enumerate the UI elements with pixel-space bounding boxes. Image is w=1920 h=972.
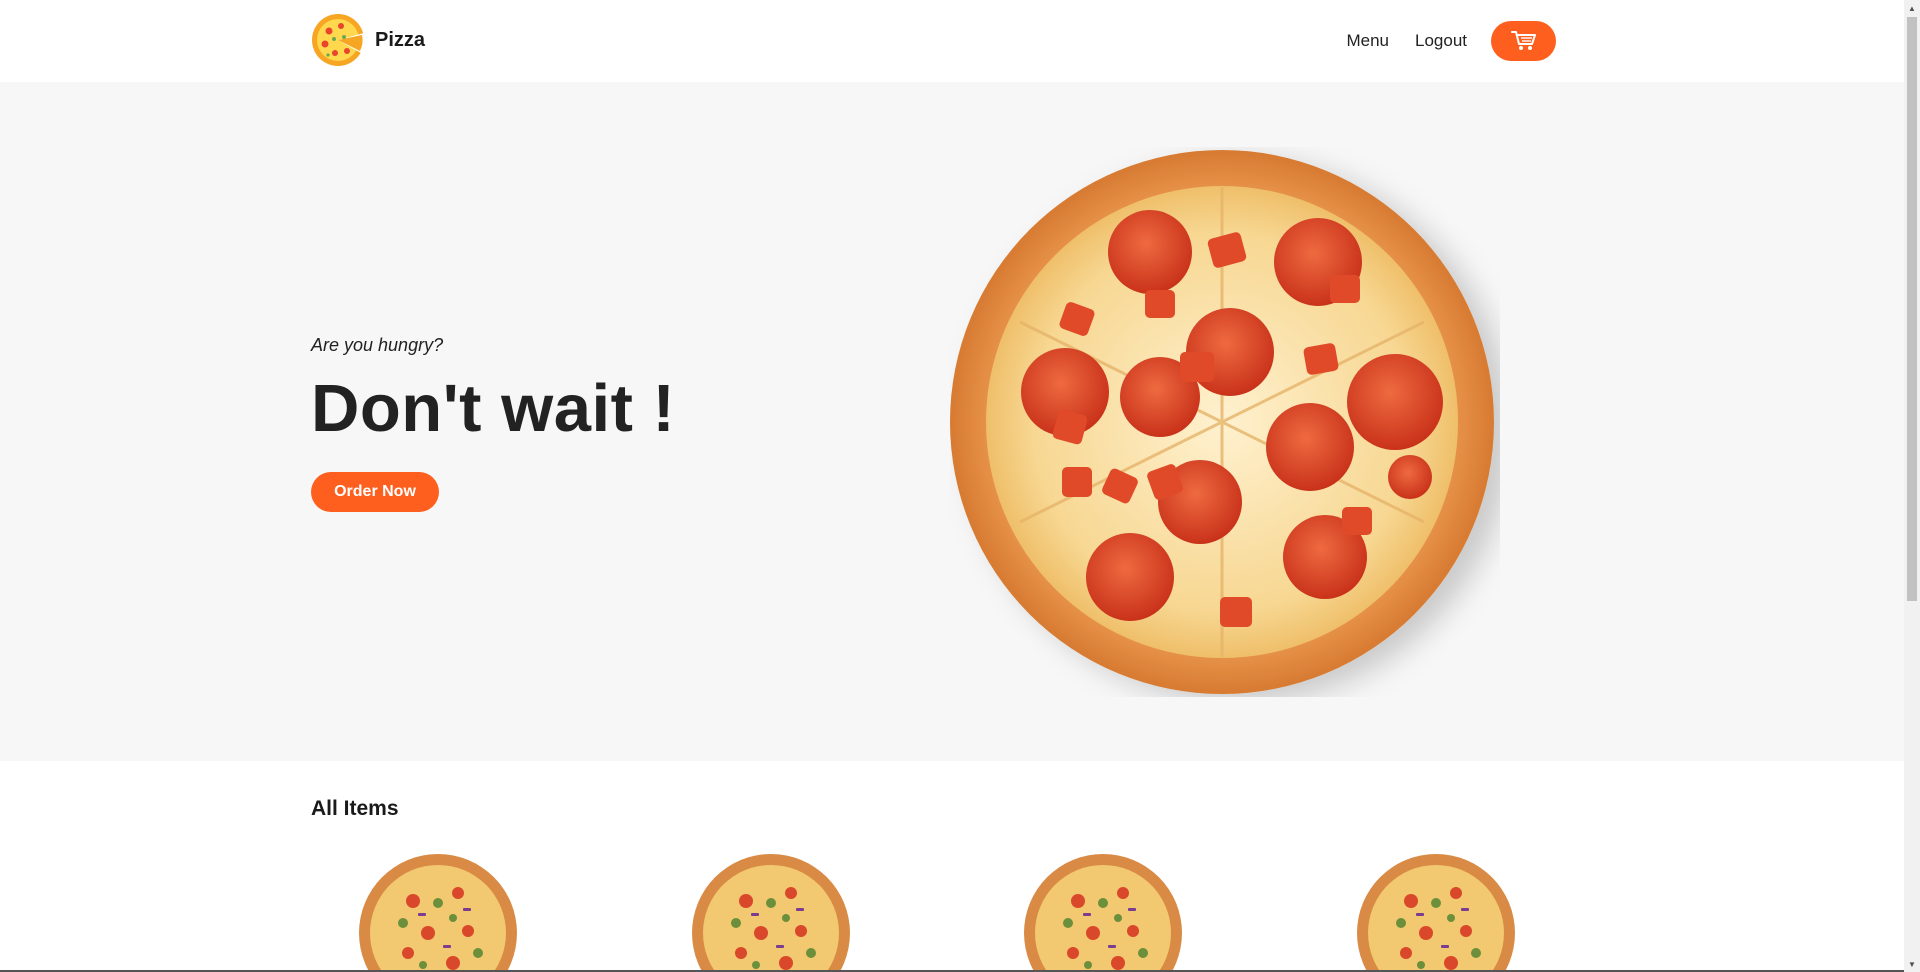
scrollbar-thumb[interactable] xyxy=(1907,17,1917,601)
cart-icon xyxy=(1510,31,1536,50)
pizza-logo-icon xyxy=(312,14,365,66)
cart-button[interactable] xyxy=(1491,21,1556,61)
item-card[interactable] xyxy=(1356,853,1516,972)
scroll-up-icon[interactable]: ▲ xyxy=(1904,0,1920,16)
item-card[interactable] xyxy=(1023,853,1183,972)
pizza-image xyxy=(359,854,517,972)
hero-subtitle: Are you hungry? xyxy=(311,335,444,355)
navbar: Pizza Menu Logout xyxy=(0,0,1904,82)
brand[interactable]: Pizza xyxy=(311,13,425,67)
items-grid xyxy=(311,853,1593,972)
hero-pizza-image xyxy=(950,150,1494,694)
pizza-image xyxy=(1357,854,1515,972)
page: Pizza Menu Logout Are you hungry? Don't … xyxy=(0,0,1904,972)
pizza-image xyxy=(692,854,850,972)
nav-link-logout[interactable]: Logout xyxy=(1415,31,1467,51)
scroll-down-icon[interactable]: ▼ xyxy=(1904,956,1920,972)
nav-links: Menu Logout xyxy=(1320,0,1556,82)
item-card[interactable] xyxy=(358,853,518,972)
nav-link-menu[interactable]: Menu xyxy=(1346,31,1389,51)
brand-name: Pizza xyxy=(375,28,426,51)
order-now-button[interactable]: Order Now xyxy=(311,472,439,512)
pizza-image xyxy=(1024,854,1182,972)
item-card[interactable] xyxy=(691,853,851,972)
hero-title: Don't wait ! xyxy=(311,371,676,446)
vertical-scrollbar[interactable]: ▲ ▼ xyxy=(1904,0,1920,972)
hero-section: Are you hungry? Don't wait ! Order Now xyxy=(0,82,1904,761)
all-items-heading: All Items xyxy=(311,797,399,820)
